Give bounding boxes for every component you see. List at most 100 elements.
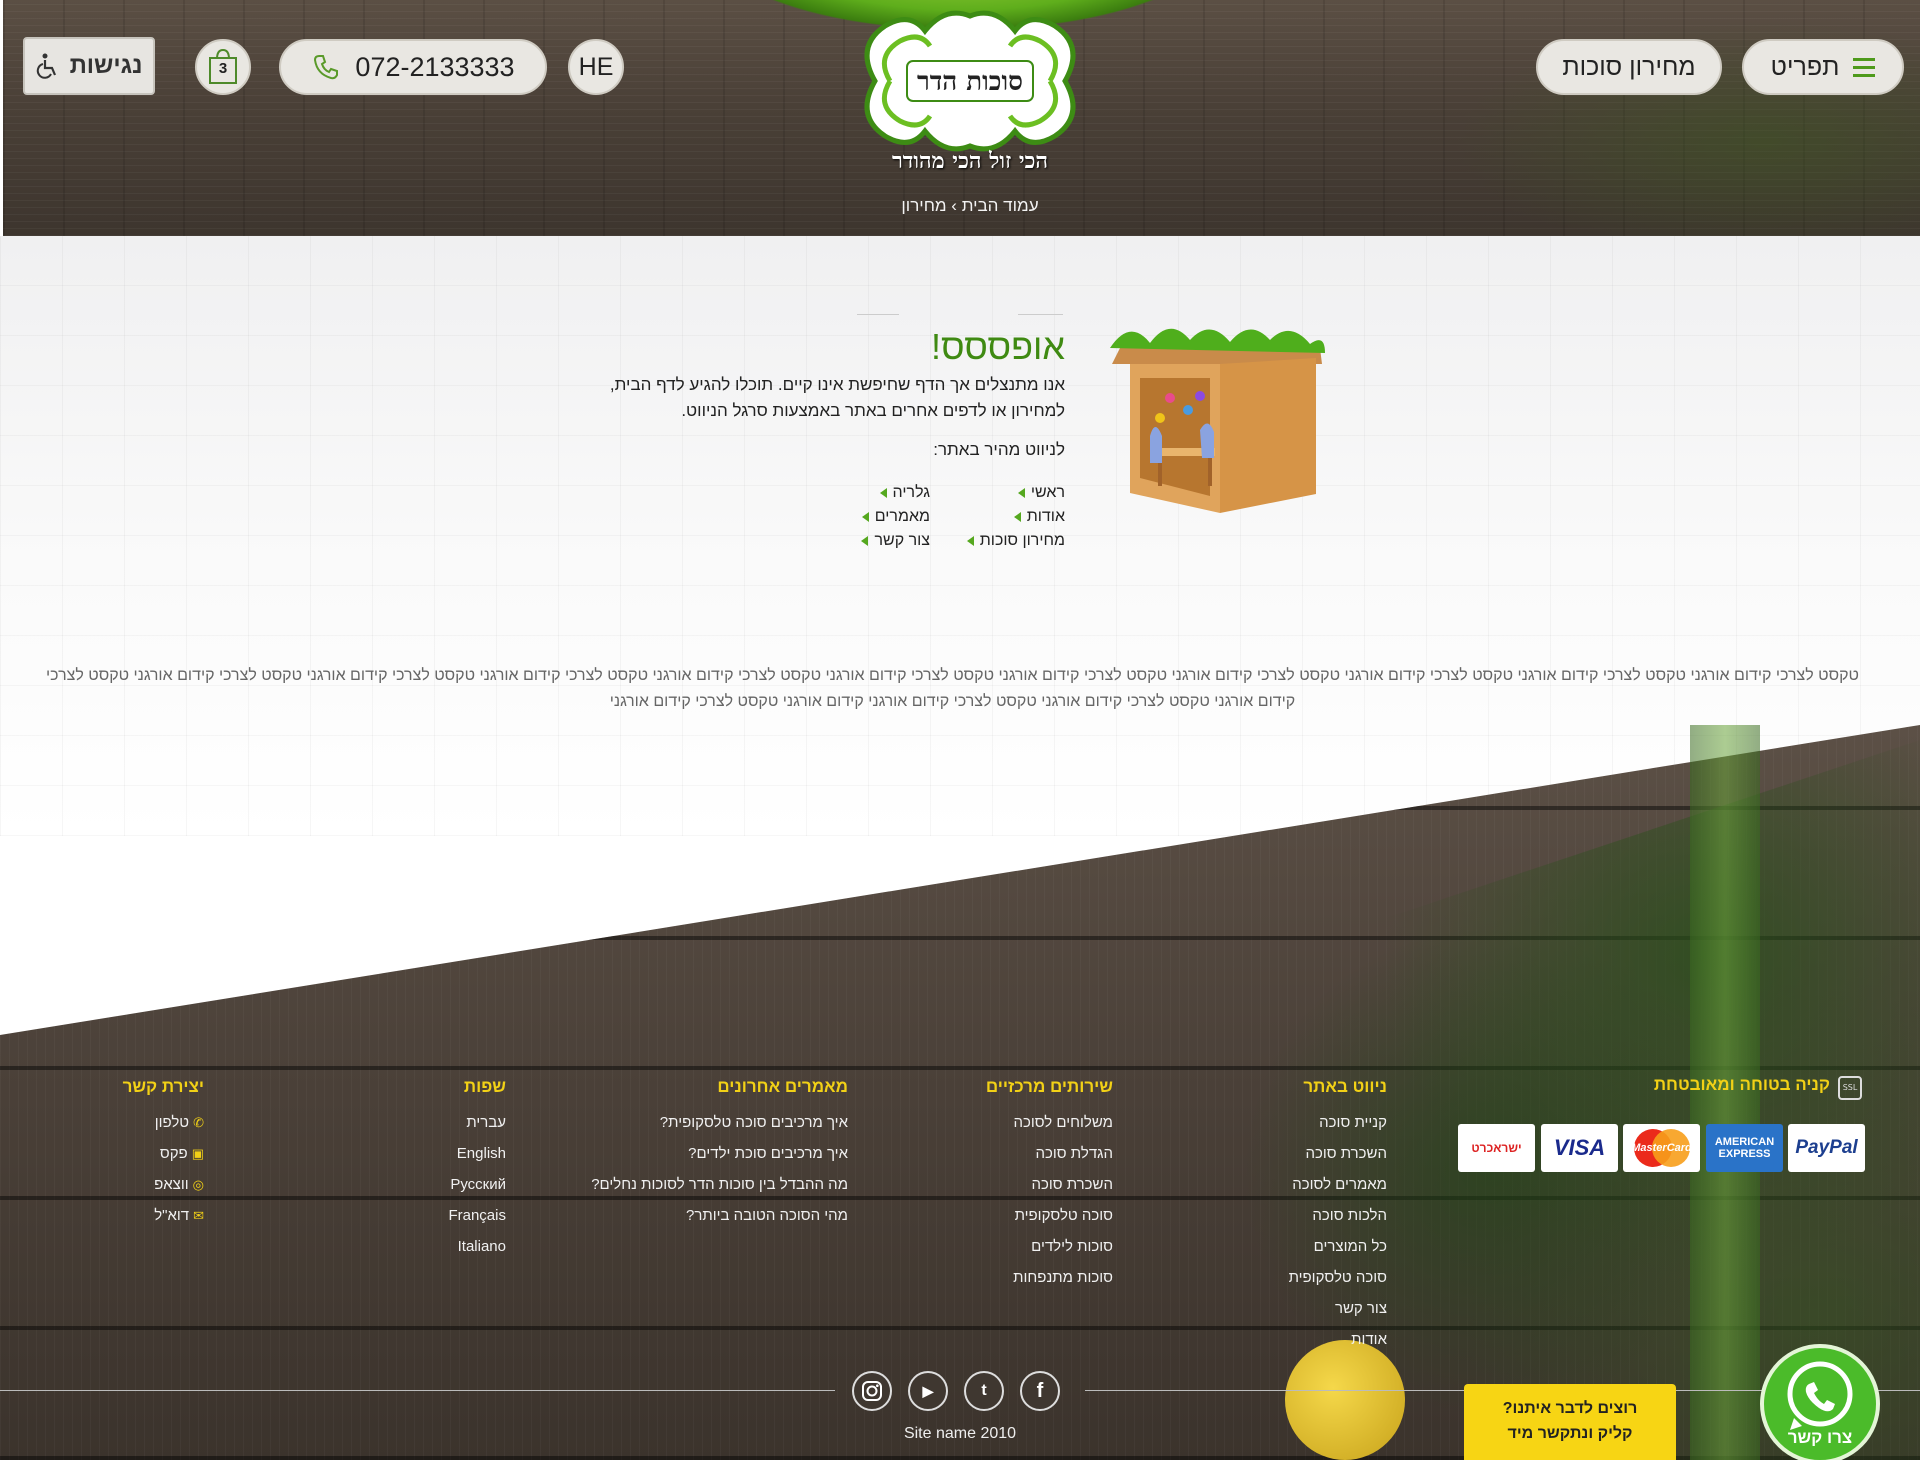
language-link[interactable]: Русский: [420, 1169, 506, 1200]
wheelchair-icon: [36, 53, 56, 79]
footer-article-link[interactable]: איך מרכיבים סוכה טלסקופית?: [560, 1107, 848, 1138]
contact-phone-link[interactable]: ✆טלפון: [110, 1107, 204, 1138]
amex-logo: AMERICAN EXPRESS: [1706, 1124, 1783, 1172]
language-link[interactable]: עברית: [420, 1107, 506, 1138]
footer-service-link[interactable]: סוכות לילדים: [940, 1231, 1113, 1262]
phone-button[interactable]: 072-2133333: [279, 39, 547, 95]
callback-line-2: קליק ונתקשר מיד: [1507, 1425, 1633, 1442]
footer-service-link[interactable]: הגדלת סוכה: [940, 1138, 1113, 1169]
quick-link-home[interactable]: ראשי: [925, 484, 1065, 508]
footer-nav-link[interactable]: צור קשר: [1230, 1293, 1387, 1324]
sukkah-illustration: [1110, 328, 1325, 513]
callback-button[interactable]: רוצים לדבר איתנו? קליק ונתקשר מיד: [1464, 1384, 1676, 1460]
contact-whatsapp-link[interactable]: ◎ווצאפ: [110, 1169, 204, 1200]
cart-button[interactable]: 3: [195, 39, 251, 95]
quick-link-gallery[interactable]: גלריה: [790, 484, 930, 508]
whatsapp-label: צרו קשר: [1787, 1428, 1853, 1447]
footer-contact-title: יצירת קשר: [122, 1077, 204, 1096]
footer-service-link[interactable]: משלוחים לסוכה: [940, 1107, 1113, 1138]
quick-link-about[interactable]: אודות: [925, 508, 1065, 532]
footer-nav-title: ניווט באתר: [1303, 1077, 1387, 1096]
phone-icon: [314, 55, 339, 80]
footer-languages-column: שפות עברית English Русский Français Ital…: [420, 1077, 506, 1262]
footer-service-link[interactable]: השכרת סוכה: [940, 1169, 1113, 1200]
footer-service-link[interactable]: סוכה טלסקופית: [940, 1200, 1113, 1231]
isracard-logo: ישראכרט: [1458, 1124, 1535, 1172]
footer-nav-link[interactable]: כל המוצרים: [1230, 1231, 1387, 1262]
contact-fax-link[interactable]: ▣פקס: [110, 1138, 204, 1169]
title-divider-left: [857, 314, 899, 315]
footer-nav-link[interactable]: הלכות סוכה: [1230, 1200, 1387, 1231]
twitter-icon[interactable]: t: [964, 1371, 1004, 1411]
language-link[interactable]: Italiano: [420, 1231, 506, 1262]
ssl-shield-icon: SSL: [1838, 1076, 1862, 1100]
facebook-icon[interactable]: f: [1020, 1371, 1060, 1411]
footer-article-link[interactable]: איך מרכיבים סוכת ילדים?: [560, 1138, 848, 1169]
price-list-label: מחירון סוכות: [1562, 52, 1696, 81]
footer-article-link[interactable]: מהי הסוכה הטובה ביותר?: [560, 1200, 848, 1231]
social-divider-left: [0, 1390, 835, 1391]
youtube-icon[interactable]: ▶: [908, 1371, 948, 1411]
paypal-logo: PayPal: [1788, 1124, 1865, 1172]
contact-phone-label: טלפון: [154, 1114, 190, 1131]
callback-line-1: רוצים לדבר איתנו?: [1502, 1400, 1638, 1417]
footer-nav-link[interactable]: קניית סוכה: [1230, 1107, 1387, 1138]
accessibility-label: נגישות: [69, 52, 143, 79]
accessibility-button[interactable]: נגישות: [23, 37, 155, 95]
footer-nav-link[interactable]: אודות: [1230, 1324, 1387, 1355]
language-switcher[interactable]: HE: [568, 39, 624, 95]
footer-languages-title: שפות: [463, 1077, 506, 1096]
language-link[interactable]: Français: [420, 1200, 506, 1231]
contact-email-link[interactable]: ✉דוא"ל: [110, 1200, 204, 1231]
instagram-glyph: [862, 1381, 882, 1401]
quick-link-articles[interactable]: מאמרים: [790, 508, 930, 532]
title-divider-right: [1018, 314, 1063, 315]
whatsapp-icon: ◎: [192, 1177, 204, 1192]
error-message: אנו מתנצלים אך הדף שחיפשת אינו קיים. תוכ…: [609, 375, 1065, 420]
phone-icon: ✆: [193, 1115, 204, 1130]
envelope-icon: ✉: [193, 1208, 204, 1223]
quick-link-contact[interactable]: צור קשר: [790, 532, 930, 556]
site-slogan: הכי זול הכי מהודר: [891, 148, 1049, 174]
quick-nav-title: לניווט מהיר באתר:: [933, 440, 1065, 459]
contact-fax-label: פקס: [159, 1145, 188, 1162]
visa-logo: VISA: [1541, 1124, 1618, 1172]
fax-icon: ▣: [191, 1146, 204, 1161]
breadcrumb[interactable]: עמוד הבית › מחירון: [820, 196, 1120, 216]
etrog-decoration: [1285, 1340, 1405, 1460]
quick-links-right: ראשי אודות מחירון סוכות: [925, 484, 1065, 556]
quick-link-prices[interactable]: מחירון סוכות: [925, 532, 1065, 556]
price-list-button[interactable]: מחירון סוכות: [1536, 39, 1722, 95]
footer-nav-column: ניווט באתר קניית סוכה השכרת סוכה מאמרים …: [1230, 1077, 1387, 1355]
mastercard-label: MasterCard: [1631, 1142, 1692, 1154]
whatsapp-icon: [1787, 1361, 1853, 1430]
quick-links-left: גלריה מאמרים צור קשר: [790, 484, 930, 556]
language-link[interactable]: English: [420, 1138, 506, 1169]
menu-button-label: תפריט: [1770, 52, 1840, 81]
cart-count: 3: [218, 60, 228, 77]
mastercard-logo: MasterCard: [1623, 1124, 1700, 1172]
footer-articles-column: מאמרים אחרונים איך מרכיבים סוכה טלסקופית…: [560, 1077, 848, 1231]
contact-email-label: דוא"ל: [154, 1207, 190, 1224]
seo-text: טקסט לצרכי קידום אורגני טקסט לצרכי קידום…: [45, 667, 1859, 710]
footer-services-title: שירותים מרכזיים: [985, 1077, 1113, 1096]
phone-number: 072-2133333: [355, 51, 515, 82]
footer-services-column: שירותים מרכזיים משלוחים לסוכה הגדלת סוכה…: [940, 1077, 1113, 1293]
hamburger-icon: [1853, 57, 1876, 77]
logo-text: סוכות הדר: [917, 67, 1023, 97]
footer-nav-link[interactable]: מאמרים לסוכה: [1230, 1169, 1387, 1200]
site-logo[interactable]: סוכות הדר: [855, 6, 1085, 156]
site-copyright: Site name 2010: [903, 1425, 1017, 1442]
footer-service-link[interactable]: סוכות מתנפחות: [940, 1262, 1113, 1293]
footer-articles-title: מאמרים אחרונים: [717, 1077, 848, 1096]
error-title: אופססס!: [930, 326, 1065, 367]
menu-button[interactable]: תפריט: [1742, 39, 1904, 95]
footer-contact-column: יצירת קשר ✆טלפון ▣פקס ◎ווצאפ ✉דוא"ל: [110, 1077, 204, 1231]
contact-whatsapp-label: ווצאפ: [154, 1176, 189, 1193]
secure-purchase-title: קניה בטוחה ומאובטחת: [1653, 1075, 1830, 1094]
language-code: HE: [578, 52, 614, 81]
footer-article-link[interactable]: מה ההבדל בין סוכות הדר לסוכות נחלים?: [560, 1169, 848, 1200]
instagram-icon[interactable]: [852, 1371, 892, 1411]
footer-nav-link[interactable]: השכרת סוכה: [1230, 1138, 1387, 1169]
footer-nav-link[interactable]: סוכה טלסקופית: [1230, 1262, 1387, 1293]
